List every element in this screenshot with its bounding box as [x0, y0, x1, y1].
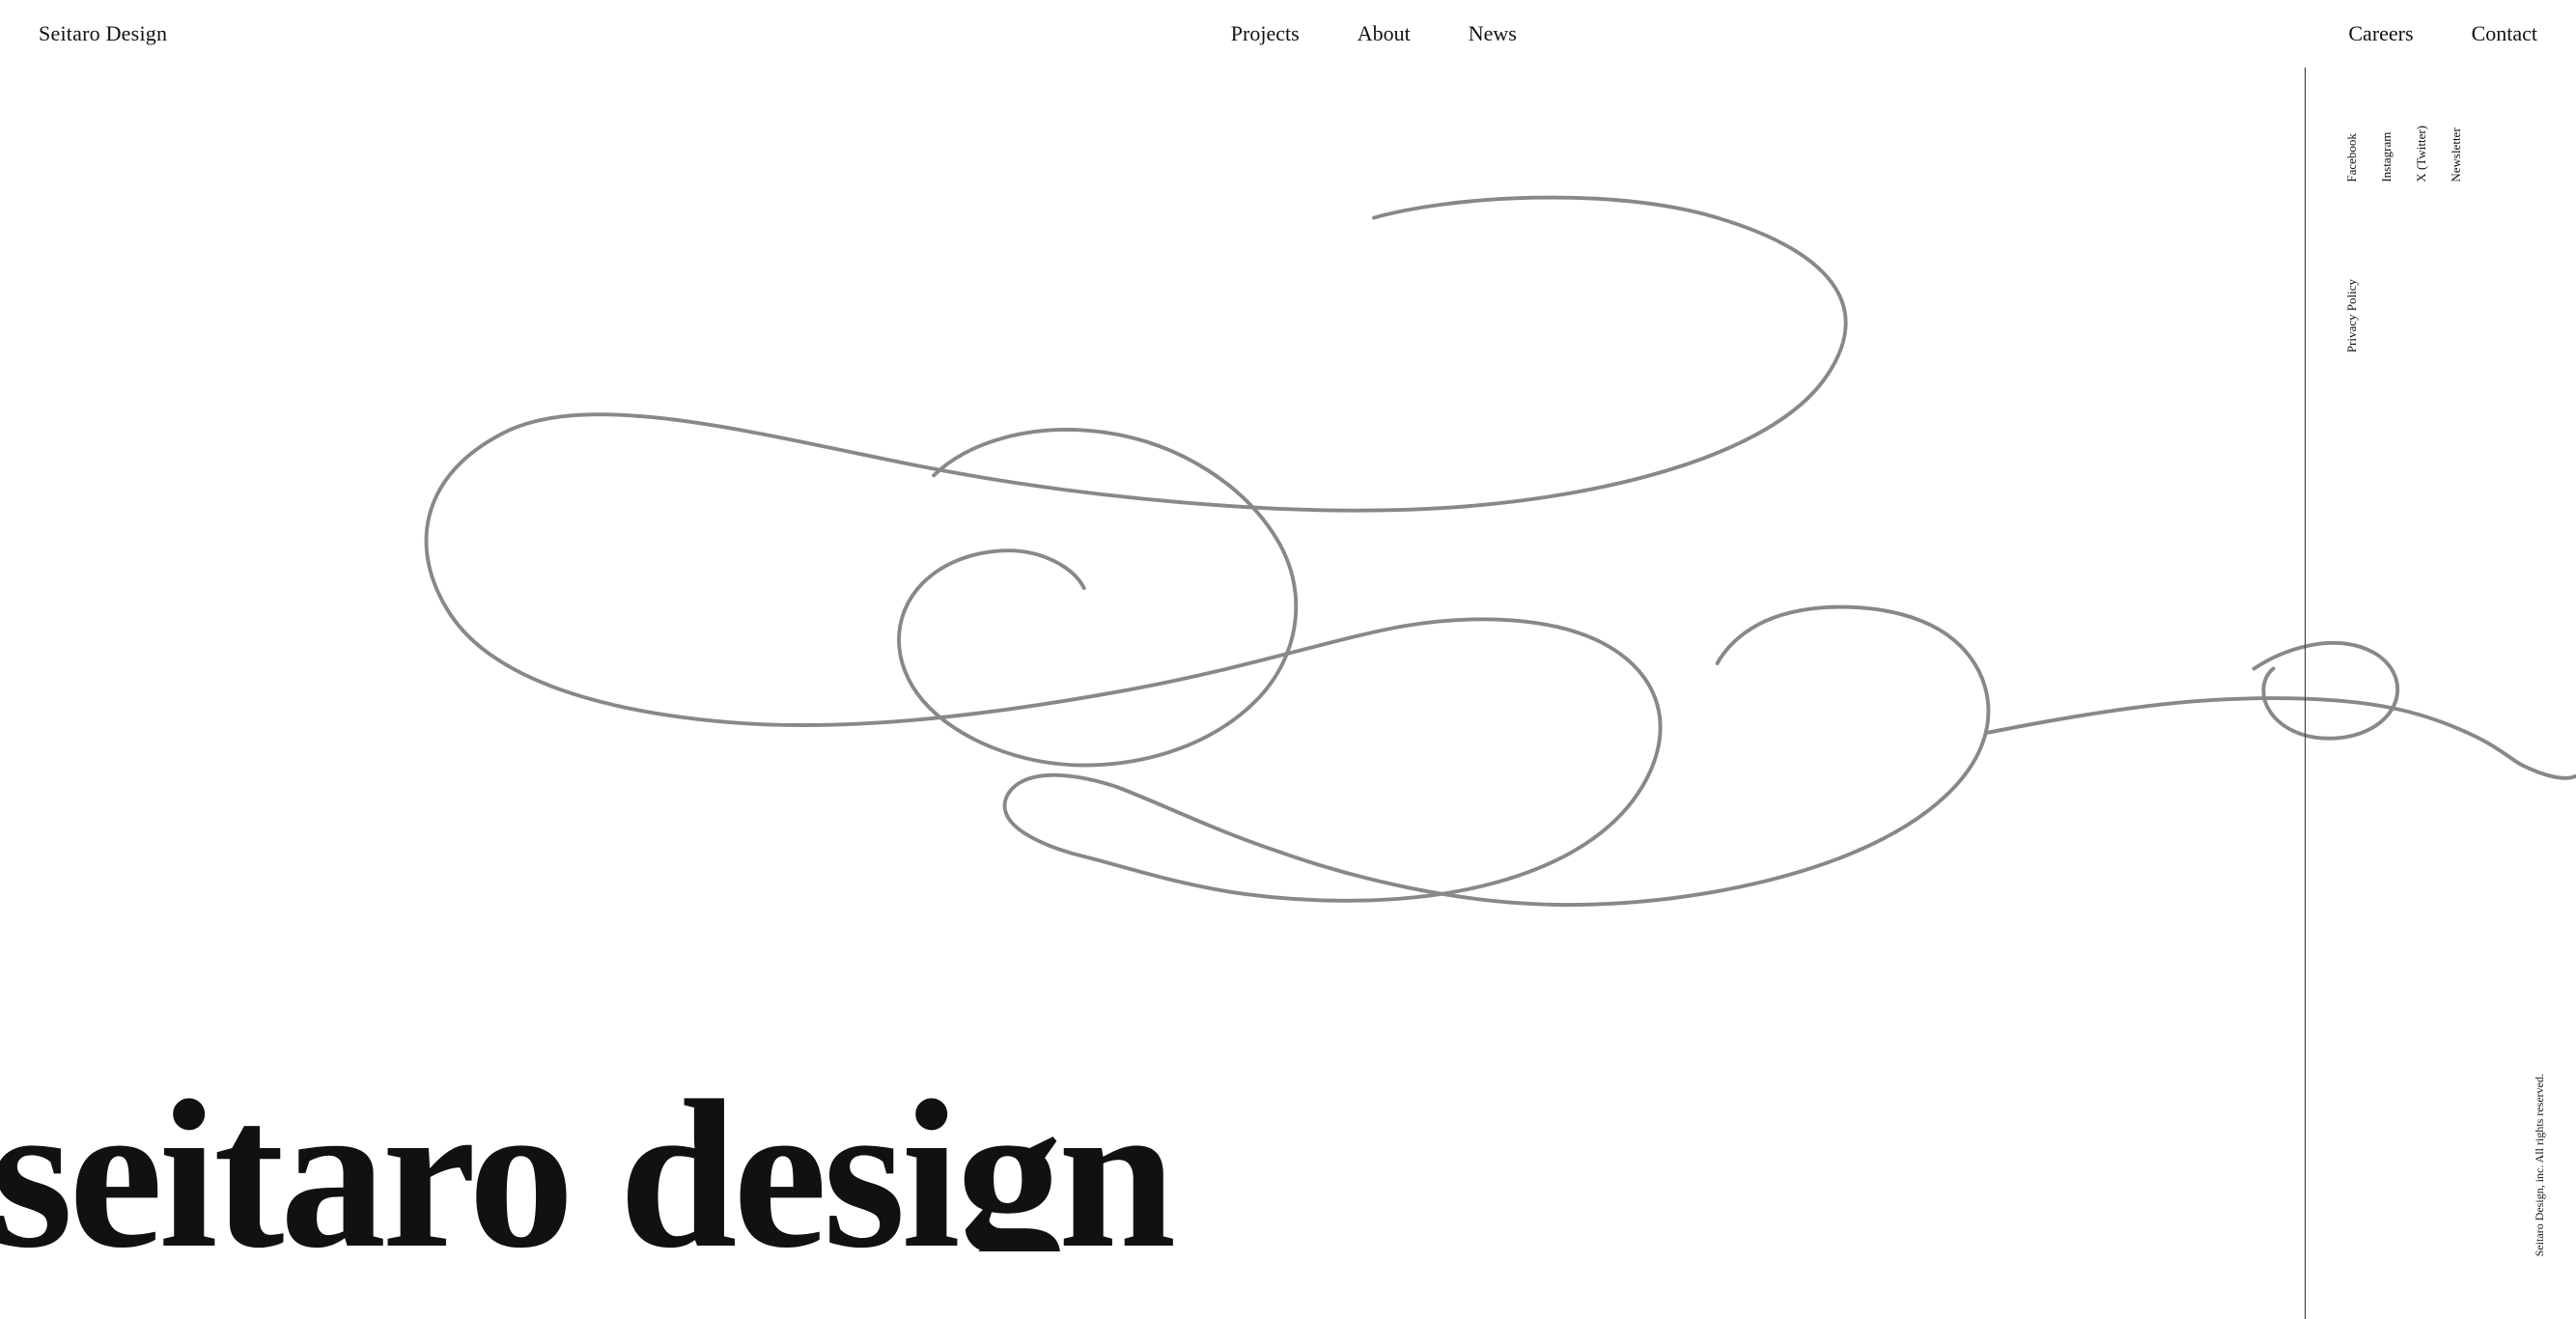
- copyright-text: Seitaro Design, inc. All rights reserved…: [2533, 1074, 2547, 1256]
- nav-contact[interactable]: Contact: [2472, 21, 2537, 46]
- social-links: Facebook Instagram X (Twitter) Newslette…: [2344, 126, 2547, 182]
- main-content: seitaro design: [0, 0, 2576, 1251]
- copyright-section: Seitaro Design, inc. All rights reserved…: [2533, 1074, 2547, 1261]
- nav-about[interactable]: About: [1358, 21, 1411, 46]
- newsletter-link[interactable]: Newsletter: [2449, 126, 2464, 182]
- nav-news[interactable]: News: [1469, 21, 1517, 46]
- nav-projects[interactable]: Projects: [1231, 21, 1300, 46]
- twitter-link[interactable]: X (Twitter): [2414, 126, 2429, 182]
- nav-right: Careers Contact: [2348, 21, 2537, 46]
- right-panel: Facebook Instagram X (Twitter) Newslette…: [2306, 68, 2576, 1319]
- nav-careers[interactable]: Careers: [2348, 21, 2413, 46]
- facebook-link[interactable]: Facebook: [2344, 126, 2360, 182]
- nav-center: Projects About News: [1231, 21, 1517, 46]
- instagram-link[interactable]: Instagram: [2379, 126, 2394, 182]
- logo[interactable]: Seitaro Design: [39, 21, 167, 46]
- privacy-policy-link[interactable]: Privacy Policy: [2344, 279, 2360, 352]
- policy-section: Privacy Policy: [2344, 279, 2547, 357]
- header: Seitaro Design Projects About News Caree…: [0, 0, 2576, 68]
- main-title: seitaro design: [0, 1068, 1172, 1251]
